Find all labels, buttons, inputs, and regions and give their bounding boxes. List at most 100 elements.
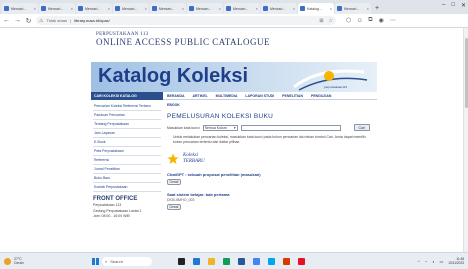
app-icon[interactable] <box>268 257 275 265</box>
sidebar-item[interactable]: Tentang Perpustakaan <box>93 120 161 129</box>
search-input[interactable] <box>240 124 341 131</box>
system-tray: ^ ◔ ◖ ▭ 11:48 10/11/2023 <box>418 257 464 265</box>
page-scrollbar[interactable] <box>463 28 468 252</box>
taskbar-search[interactable]: ⌕ Search <box>102 256 152 266</box>
front-office-line: Jam: 08:00 - 16:00 WIB <box>93 214 130 218</box>
volume-icon[interactable]: ◖ <box>432 259 434 264</box>
tab-label: Mencari... <box>159 6 175 11</box>
new-tab-button[interactable]: + <box>372 3 382 14</box>
reload-icon[interactable]: ↻ <box>25 17 32 25</box>
app-icon[interactable] <box>298 257 305 265</box>
search-field-select[interactable]: Semua Kolom ▾ <box>202 124 238 131</box>
record-title[interactable]: ChatGPT : sebuah proposal penelitian (ma… <box>167 172 373 177</box>
close-tab-icon[interactable]: × <box>182 6 184 11</box>
browser-toolbar: ← → ↻ ⚠ Tidak aman | library.nusa.id/opa… <box>0 14 468 28</box>
nav-item[interactable]: LAPORAN STUDI <box>245 94 274 98</box>
search-description: Untuk melakukan pencarian koleksi, masuk… <box>173 135 366 144</box>
tab-favicon-icon <box>337 6 342 11</box>
maximize-icon[interactable]: □ <box>451 2 455 9</box>
close-window-icon[interactable]: ✕ <box>461 2 466 9</box>
search-button[interactable]: Cari <box>353 124 370 131</box>
browser-tab[interactable]: Mencari... × <box>150 3 186 14</box>
nav-item[interactable]: ARTIKEL <box>193 94 208 98</box>
close-tab-icon[interactable]: × <box>219 6 221 11</box>
browser-tab[interactable]: Mencari... × <box>261 3 297 14</box>
tab-favicon-icon <box>78 6 83 11</box>
app-icon[interactable] <box>193 257 200 265</box>
nav-item[interactable]: MULTIMEDIA <box>216 94 238 98</box>
sidebar-item[interactable]: Peta Perpustakaan <box>93 147 161 156</box>
sidebar-item[interactable]: Referensi <box>93 156 161 165</box>
browser-tab[interactable]: Mencari... × <box>76 3 112 14</box>
collections-icon[interactable]: ⧉ <box>368 17 372 24</box>
close-tab-icon[interactable]: × <box>34 6 36 11</box>
close-tab-icon[interactable]: × <box>108 6 110 11</box>
nav-item[interactable]: PENGUJIAN <box>311 94 331 98</box>
clock[interactable]: 11:48 10/11/2023 <box>448 257 464 265</box>
tab-label: Mencari... <box>344 6 360 11</box>
tab-favicon-icon <box>4 6 9 11</box>
sun-icon <box>4 257 11 265</box>
minimize-icon[interactable]: – <box>442 2 445 9</box>
profile-icon[interactable]: ◉ <box>379 17 384 24</box>
close-tab-icon[interactable]: × <box>367 6 369 11</box>
back-icon[interactable]: ← <box>3 17 10 24</box>
sidebar-item[interactable]: Jam Layanan <box>93 129 161 138</box>
sidebar-item[interactable]: Buku Baru <box>93 174 161 183</box>
browser-tab[interactable]: Mencari... × <box>113 3 149 14</box>
sidebar-item[interactable]: Panduan Pencarian <box>93 111 161 120</box>
app-icon[interactable] <box>283 257 290 265</box>
page-heading: PEMELUSURAN KOLEKSI BUKU <box>167 113 274 120</box>
record-detail-button[interactable]: Detail <box>167 204 181 210</box>
sidebar-item[interactable]: E-Book <box>93 138 161 147</box>
chevron-up-icon[interactable]: ^ <box>418 259 420 264</box>
content: Pencarian Koleksi Referensi Terbaru Pand… <box>91 100 377 219</box>
browser-tab[interactable]: Mencari... × <box>335 3 371 14</box>
app-icon[interactable] <box>178 257 185 265</box>
weather-widget[interactable]: 27°C Cerah <box>4 257 64 265</box>
close-tab-icon[interactable]: × <box>293 6 295 11</box>
tab-favicon-icon <box>189 6 194 11</box>
close-tab-icon[interactable]: × <box>330 6 332 11</box>
nav-item[interactable]: BERANDA <box>167 94 185 98</box>
app-icon[interactable] <box>223 257 230 265</box>
sidebar-item[interactable]: Pencarian Koleksi Referensi Terbaru <box>93 102 161 111</box>
front-office-title: FRONT OFFICE <box>93 196 138 202</box>
browser-tab[interactable]: Mencari... × <box>224 3 260 14</box>
translate-icon[interactable]: ⊞ <box>319 18 323 24</box>
tab-favicon-icon <box>41 6 46 11</box>
record-title[interactable]: Saat sistem belajar: bab pertama <box>167 192 373 197</box>
nav-menu: BERANDA ARTIKEL MULTIMEDIA LAPORAN STUDI… <box>163 92 377 100</box>
wifi-icon[interactable]: ◔ <box>425 259 427 264</box>
new-collection-header: Koleksi TERBARU <box>167 153 373 165</box>
taskbar-search-placeholder: Search <box>110 258 123 264</box>
close-tab-icon[interactable]: × <box>145 6 147 11</box>
menu-icon[interactable]: ⋯ <box>390 17 396 24</box>
close-tab-icon[interactable]: × <box>71 6 73 11</box>
banner: Katalog Koleksi perpustakaan113 <box>91 62 377 92</box>
windows-start-icon[interactable] <box>92 257 99 265</box>
address-bar[interactable]: ⚠ Tidak aman | library.nusa.id/opac/ ⊞ ☆ <box>36 16 336 25</box>
record-detail-button[interactable]: Detail <box>167 179 181 185</box>
browser-icon[interactable] <box>253 257 260 265</box>
security-label: Tidak aman <box>46 18 68 23</box>
tab-favicon-icon <box>300 6 305 11</box>
window-controls: – □ ✕ <box>442 2 466 9</box>
bookmark-star-icon[interactable]: ☆ <box>329 18 333 24</box>
nav-item[interactable]: PENELITIAN <box>282 94 303 98</box>
forward-icon[interactable]: → <box>14 17 21 24</box>
sidebar-item[interactable]: Kontak Perpustakaan <box>93 183 161 192</box>
folder-icon[interactable] <box>208 257 215 265</box>
browser-tab-active[interactable]: Katalog... × <box>298 3 334 14</box>
close-tab-icon[interactable]: × <box>256 6 258 11</box>
favorites-icon[interactable]: ✩ <box>357 17 362 24</box>
browser-tab[interactable]: Mencari... × <box>187 3 223 14</box>
app-icon[interactable] <box>238 257 245 265</box>
browser-tab[interactable]: Mencari... × <box>39 3 75 14</box>
ebook-link[interactable]: EBOOK <box>167 103 373 107</box>
taskbar-apps <box>178 257 305 265</box>
battery-icon[interactable]: ▭ <box>440 259 444 264</box>
extension-icon[interactable]: ⬡ <box>346 17 351 24</box>
browser-tab[interactable]: Mencari... × <box>2 3 38 14</box>
sidebar-item[interactable]: Jurnal Penelitian <box>93 165 161 174</box>
